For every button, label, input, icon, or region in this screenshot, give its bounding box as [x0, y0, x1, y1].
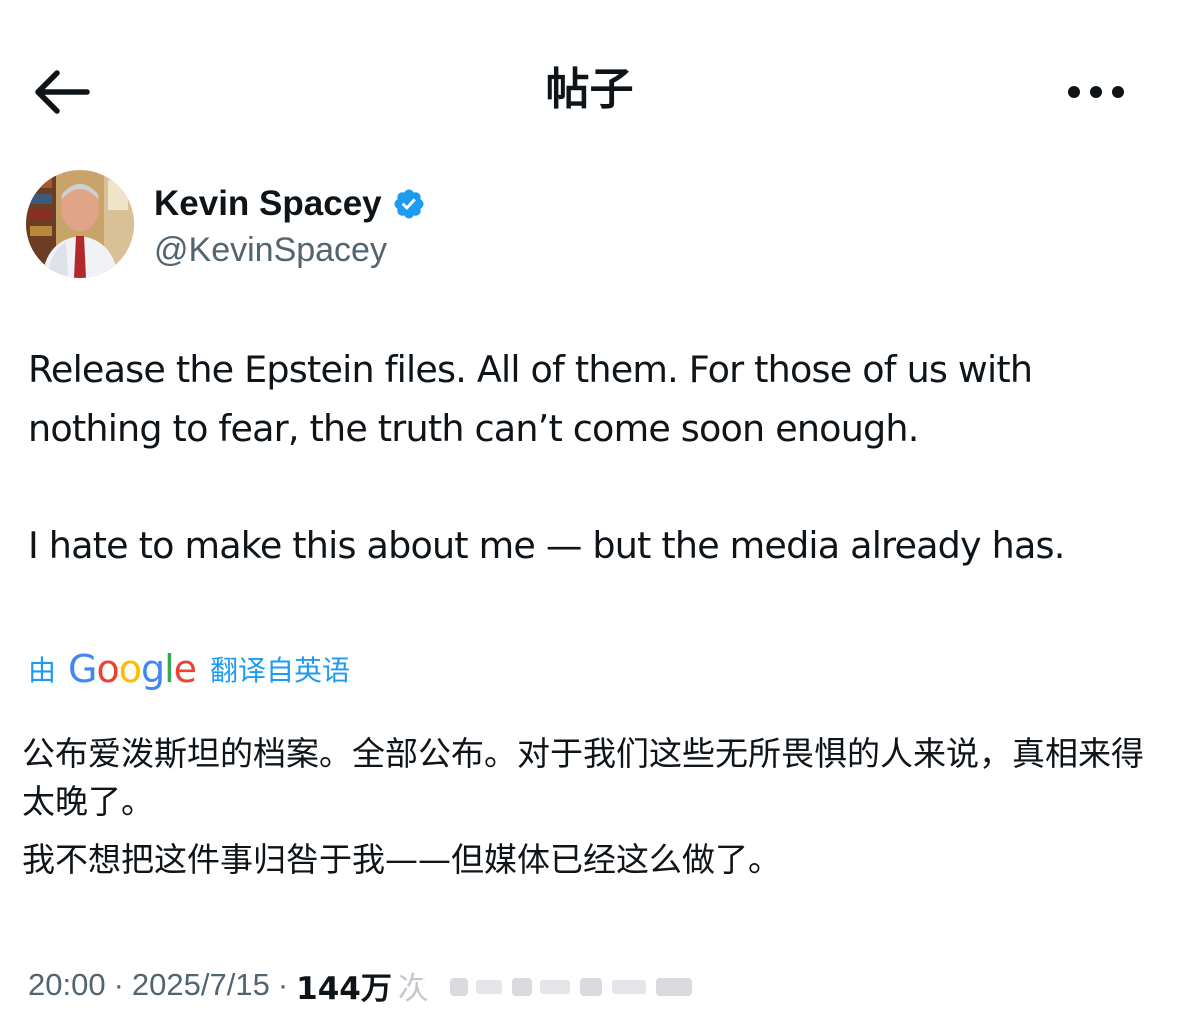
google-logo-icon: Google — [68, 647, 197, 691]
tweet-paragraph: I hate to make this about me — but the m… — [28, 524, 1065, 567]
avatar[interactable] — [26, 170, 134, 278]
more-options-button[interactable] — [1056, 62, 1136, 122]
tweet-date[interactable]: 2025/7/15 — [132, 967, 270, 1003]
view-count: 144万 — [296, 970, 392, 1007]
translated-body: 公布爱泼斯坦的档案。全部公布。对于我们这些无所畏惧的人来说，真相来得太晚了。 我… — [22, 730, 1162, 884]
meta-separator: · — [277, 967, 289, 1002]
translation-prefix: 由 — [28, 654, 57, 687]
back-button[interactable] — [26, 62, 98, 122]
author-handle[interactable]: @KevinSpacey — [154, 228, 387, 272]
arrow-left-icon — [35, 70, 90, 114]
tweet-body: Release the Epstein files. All of them. … — [28, 340, 1163, 575]
author-block: Kevin Spacey @KevinSpacey — [26, 170, 1126, 282]
meta-separator: · — [113, 967, 124, 1002]
translated-paragraph: 我不想把这件事归咎于我——但媒体已经这么做了。 — [22, 840, 781, 879]
verified-badge-icon — [394, 189, 424, 219]
translation-suffix: 翻译自英语 — [210, 654, 351, 687]
page-title: 帖子 — [545, 64, 634, 115]
tweet-paragraph: Release the Epstein files. All of them. … — [28, 348, 1033, 450]
tweet-meta: 20:00 · 2025/7/15 · 144万 次 — [28, 962, 429, 1008]
avatar-image — [26, 170, 134, 278]
tweet-time[interactable]: 20:00 — [28, 967, 106, 1003]
watermark-blur-icon — [420, 974, 710, 1000]
translated-paragraph: 公布爱泼斯坦的档案。全部公布。对于我们这些无所畏惧的人来说，真相来得太晚了。 — [22, 734, 1144, 821]
author-name[interactable]: Kevin Spacey — [154, 184, 382, 224]
translation-attribution[interactable]: 由 Google 翻译自英语 — [28, 643, 350, 695]
top-bar: 帖子 — [0, 0, 1179, 180]
more-horizontal-icon — [1068, 86, 1124, 98]
author-name-row: Kevin Spacey — [154, 182, 426, 226]
